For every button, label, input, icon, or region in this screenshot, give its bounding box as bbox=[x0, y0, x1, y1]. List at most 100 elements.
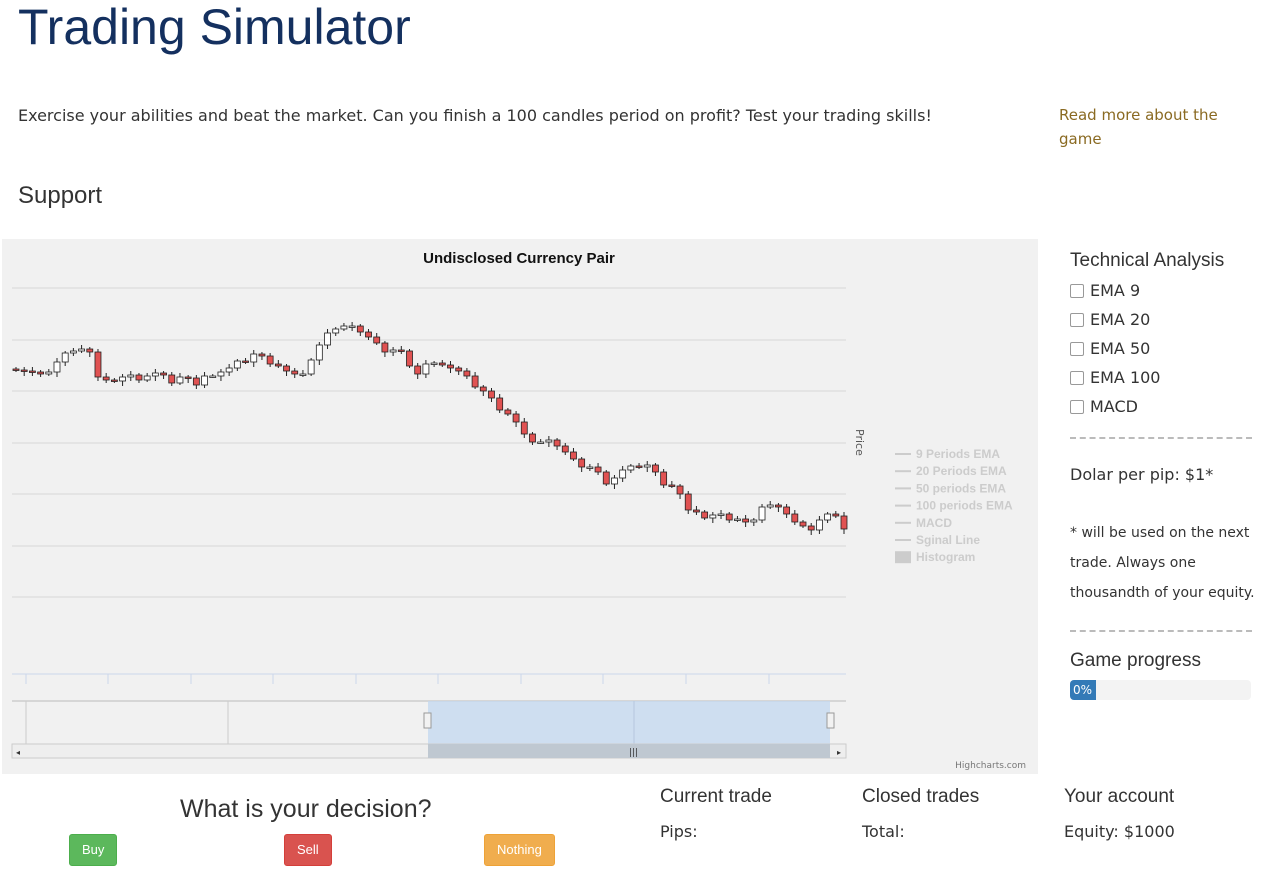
checkbox-label: MACD bbox=[1090, 397, 1138, 416]
candle-down bbox=[725, 513, 733, 521]
navigator-handle-right[interactable] bbox=[826, 712, 835, 729]
candle-down bbox=[414, 365, 422, 375]
legend-item[interactable]: MACD bbox=[916, 516, 952, 530]
legend-item[interactable]: 100 periods EMA bbox=[916, 499, 1013, 513]
navigator[interactable]: ||| ◂ ▸ bbox=[11, 700, 847, 759]
candlestick-chart[interactable]: Undisclosed Currency Pair Price 9 Period… bbox=[2, 239, 1038, 774]
closed-trades-total: Total: bbox=[862, 822, 905, 841]
indicator-ema20-checkbox[interactable]: EMA 20 bbox=[1070, 305, 1255, 334]
checkbox-icon[interactable] bbox=[1070, 341, 1084, 356]
x-axis-ticks bbox=[25, 674, 770, 684]
candle-down bbox=[529, 433, 536, 443]
navigator-selection[interactable] bbox=[428, 701, 830, 744]
candle-up bbox=[709, 514, 717, 519]
navigator-handle-left[interactable] bbox=[423, 712, 432, 729]
legend-item[interactable]: 50 periods EMA bbox=[916, 481, 1006, 495]
candle-down bbox=[791, 513, 799, 523]
indicator-ema9-checkbox[interactable]: EMA 9 bbox=[1070, 276, 1255, 305]
candle-up bbox=[348, 325, 356, 328]
candle-up bbox=[758, 506, 766, 521]
candle-up bbox=[545, 439, 553, 443]
candle-down bbox=[840, 515, 848, 530]
candle-up bbox=[143, 375, 151, 381]
candle-down bbox=[242, 360, 249, 363]
candle-down bbox=[406, 350, 413, 367]
candle-down bbox=[455, 367, 463, 372]
candle-down bbox=[258, 353, 266, 357]
candle-down bbox=[479, 386, 487, 392]
candle-down bbox=[471, 375, 479, 388]
checkbox-icon[interactable] bbox=[1070, 283, 1084, 298]
grid-lines bbox=[12, 287, 846, 598]
candle-down bbox=[668, 484, 676, 487]
candle-down bbox=[291, 370, 299, 375]
candle-down bbox=[775, 504, 782, 508]
candle-up bbox=[750, 519, 758, 523]
legend[interactable]: 9 Periods EMA 20 Periods EMA 50 periods EM… bbox=[895, 447, 1013, 564]
pip-note: * will be used on the next trade. Always… bbox=[1070, 525, 1255, 601]
candle-up bbox=[201, 375, 208, 386]
indicator-ema100-checkbox[interactable]: EMA 100 bbox=[1070, 363, 1255, 392]
candle-down bbox=[28, 370, 36, 373]
credits-link[interactable]: Highcharts.com bbox=[955, 761, 1026, 771]
candle-down bbox=[283, 365, 290, 372]
candle-up bbox=[61, 352, 69, 363]
candle-down bbox=[561, 445, 569, 453]
game-progress-bar: 0% bbox=[1070, 680, 1251, 700]
candle-up bbox=[119, 376, 126, 382]
nothing-button[interactable]: Nothing bbox=[484, 834, 555, 866]
account-equity: Equity: $1000 bbox=[1064, 822, 1175, 841]
scroll-left-icon[interactable]: ◂ bbox=[16, 748, 20, 757]
buy-button[interactable]: Buy bbox=[69, 834, 118, 866]
decision-title: What is your decision? bbox=[180, 795, 432, 823]
divider bbox=[1070, 630, 1252, 632]
checkbox-icon[interactable] bbox=[1070, 312, 1084, 327]
candle-up bbox=[233, 360, 241, 369]
read-more-link[interactable]: Read more about the game bbox=[1059, 103, 1229, 151]
page-title: Trading Simulator bbox=[18, 0, 411, 55]
candle-up bbox=[340, 325, 348, 330]
candle-up bbox=[127, 374, 135, 378]
legend-item[interactable]: 20 Periods EMA bbox=[916, 464, 1007, 478]
candle-down bbox=[463, 370, 471, 377]
candle-down bbox=[397, 349, 405, 352]
technical-analysis-panel: Technical Analysis EMA 9 EMA 20 EMA 50 E… bbox=[1070, 250, 1255, 700]
indicator-ema50-checkbox[interactable]: EMA 50 bbox=[1070, 334, 1255, 363]
candle-down bbox=[12, 368, 20, 371]
indicator-macd-checkbox[interactable]: MACD bbox=[1070, 392, 1255, 421]
candle-up bbox=[717, 513, 725, 516]
candle-down bbox=[602, 471, 610, 485]
account-title: Your account bbox=[1064, 786, 1175, 807]
legend-item[interactable]: Histogram bbox=[916, 550, 975, 564]
candle-up bbox=[422, 363, 430, 375]
candle-down bbox=[94, 351, 102, 378]
candle-down bbox=[594, 466, 602, 473]
chart-svg: Undisclosed Currency Pair Price 9 Period… bbox=[11, 250, 1026, 771]
legend-item[interactable]: Sginal Line bbox=[916, 533, 980, 547]
candle-down bbox=[274, 363, 282, 367]
candle-up bbox=[151, 372, 159, 377]
sell-button[interactable]: Sell bbox=[284, 834, 332, 866]
checkbox-icon[interactable] bbox=[1070, 399, 1084, 414]
scroll-right-icon[interactable]: ▸ bbox=[837, 748, 841, 757]
candle-up bbox=[307, 359, 315, 375]
candle-up bbox=[299, 373, 307, 376]
checkbox-label: EMA 9 bbox=[1090, 281, 1141, 300]
candle-down bbox=[676, 485, 684, 495]
candle-up bbox=[176, 376, 184, 384]
candle-down bbox=[365, 331, 372, 338]
candle-down bbox=[192, 377, 200, 386]
candle-up bbox=[643, 464, 651, 468]
candle-down bbox=[488, 390, 495, 399]
candle-up bbox=[315, 344, 323, 361]
candle-up bbox=[586, 466, 594, 469]
game-progress-title: Game progress bbox=[1070, 650, 1201, 671]
checkbox-icon[interactable] bbox=[1070, 370, 1084, 385]
candle-up bbox=[430, 362, 438, 365]
chart-title: Undisclosed Currency Pair bbox=[423, 250, 615, 267]
candle-up bbox=[217, 371, 225, 377]
candle-down bbox=[447, 364, 454, 369]
candle-down bbox=[20, 369, 28, 372]
legend-item[interactable]: 9 Periods EMA bbox=[916, 447, 1000, 461]
candle-down bbox=[652, 464, 659, 473]
